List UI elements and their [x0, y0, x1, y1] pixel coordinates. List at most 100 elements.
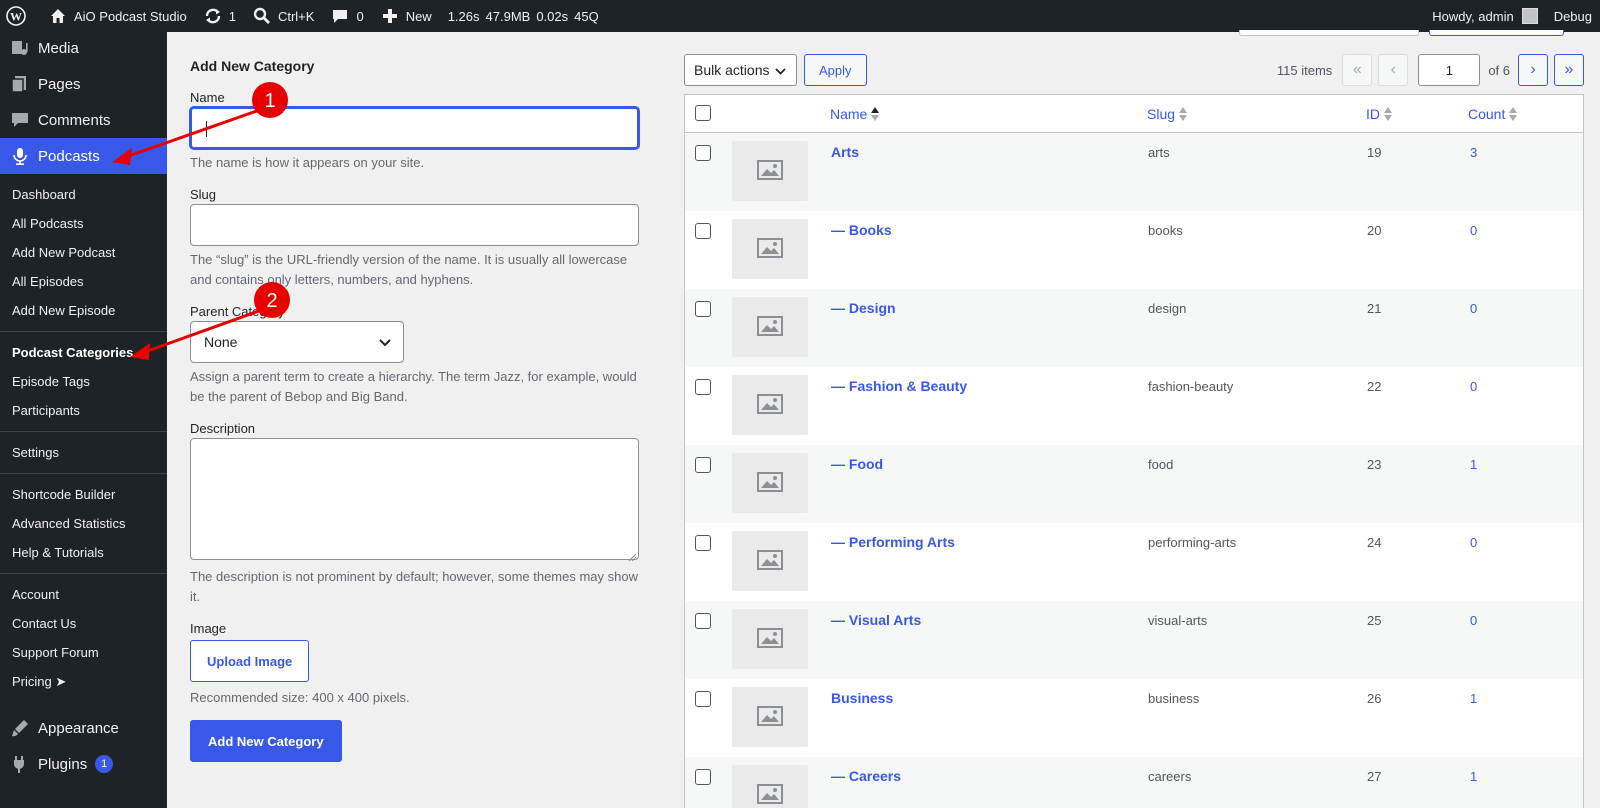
comments-link[interactable]: 0	[322, 0, 371, 32]
submenu-all-episodes[interactable]: All Episodes	[0, 267, 167, 296]
table-row: — Design design 21 0	[685, 289, 1583, 367]
microphone-icon	[10, 146, 30, 166]
image-placeholder-icon	[757, 159, 783, 183]
command-palette-link[interactable]: Ctrl+K	[244, 0, 322, 32]
description-label: Description	[190, 421, 256, 436]
category-name-link[interactable]: — Design	[831, 300, 896, 316]
menu-appearance-label: Appearance	[38, 719, 119, 737]
row-checkbox[interactable]	[695, 457, 711, 473]
first-page-button[interactable]: «	[1342, 54, 1373, 86]
column-slug-header[interactable]: Slug	[1147, 95, 1188, 133]
menu-appearance[interactable]: Appearance	[0, 710, 167, 746]
column-count-header[interactable]: Count	[1468, 95, 1518, 133]
row-checkbox[interactable]	[695, 769, 711, 785]
row-checkbox[interactable]	[695, 301, 711, 317]
category-slug: performing-arts	[1148, 535, 1237, 550]
category-count-link[interactable]: 1	[1470, 769, 1477, 784]
search-button-stub[interactable]	[1429, 30, 1564, 36]
category-count-link[interactable]: 0	[1470, 379, 1477, 394]
submenu-episode-tags[interactable]: Episode Tags	[0, 367, 167, 396]
category-count-link[interactable]: 0	[1470, 301, 1477, 316]
row-checkbox[interactable]	[695, 379, 711, 395]
column-id-header[interactable]: ID	[1366, 95, 1392, 133]
query-monitor-stats[interactable]: 1.26s 47.9MB 0.02s 45Q	[440, 9, 607, 24]
site-name-link[interactable]: AiO Podcast Studio	[40, 0, 195, 32]
description-textarea[interactable]	[190, 438, 639, 562]
sort-arrows-icon	[1384, 107, 1392, 121]
new-content-link[interactable]: New	[372, 0, 440, 32]
apply-button[interactable]: Apply	[804, 54, 867, 86]
category-name-link[interactable]: Business	[831, 690, 893, 706]
category-name-link[interactable]: — Books	[831, 222, 892, 238]
column-name-header[interactable]: Name	[830, 95, 880, 133]
upload-image-button[interactable]: Upload Image	[190, 640, 310, 682]
category-count-link[interactable]: 0	[1470, 613, 1477, 628]
current-page-input[interactable]: 1	[1418, 54, 1481, 86]
category-name-link[interactable]: — Fashion & Beauty	[831, 378, 967, 394]
debug-link[interactable]: Debug	[1546, 0, 1600, 32]
row-checkbox[interactable]	[695, 223, 711, 239]
menu-media-label: Media	[38, 39, 79, 57]
appearance-icon	[10, 718, 30, 738]
submenu-all-podcasts[interactable]: All Podcasts	[0, 209, 167, 238]
resize-handle-icon[interactable]	[628, 549, 637, 562]
menu-comments[interactable]: Comments	[0, 102, 167, 138]
updates-link[interactable]: 1	[195, 0, 244, 32]
total-pages: of 6	[1488, 62, 1510, 78]
name-input[interactable]	[190, 107, 639, 149]
submenu-add-new-podcast[interactable]: Add New Podcast	[0, 238, 167, 267]
last-page-button[interactable]: »	[1554, 54, 1584, 86]
chevron-down-icon	[379, 334, 391, 350]
category-name-link[interactable]: Arts	[831, 144, 859, 160]
category-count-link[interactable]: 0	[1470, 535, 1477, 550]
category-name-link[interactable]: — Food	[831, 456, 883, 472]
submenu-add-new-episode[interactable]: Add New Episode	[0, 296, 167, 325]
next-page-button[interactable]: ›	[1518, 54, 1548, 86]
bulk-actions-select[interactable]: Bulk actions	[684, 54, 797, 86]
menu-pages[interactable]: Pages	[0, 66, 167, 102]
category-slug: visual-arts	[1148, 613, 1208, 628]
category-id: 21	[1367, 301, 1382, 316]
category-id: 25	[1367, 613, 1382, 628]
table-row: — Books books 20 0	[685, 211, 1583, 289]
category-count-link[interactable]: 3	[1470, 145, 1477, 160]
wordpress-logo-button[interactable]: W	[0, 0, 40, 32]
menu-media[interactable]: Media	[0, 32, 167, 66]
category-name-link[interactable]: — Visual Arts	[831, 612, 921, 628]
submenu-support-forum[interactable]: Support Forum	[0, 638, 167, 667]
row-checkbox[interactable]	[695, 613, 711, 629]
category-name-link[interactable]: — Performing Arts	[831, 534, 955, 550]
category-thumbnail	[732, 219, 808, 279]
menu-plugins[interactable]: Plugins 1	[0, 746, 167, 782]
row-checkbox[interactable]	[695, 145, 711, 161]
slug-help: The “slug” is the URL-friendly version o…	[190, 252, 628, 287]
parent-category-select[interactable]: None	[190, 321, 404, 363]
slug-input[interactable]	[190, 204, 639, 246]
submenu-shortcode-builder[interactable]: Shortcode Builder	[0, 480, 167, 509]
submenu-pricing[interactable]: Pricing ➤	[0, 667, 167, 696]
submenu-separator	[0, 431, 167, 432]
category-name-link[interactable]: — Careers	[831, 768, 901, 784]
submenu-contact-us[interactable]: Contact Us	[0, 609, 167, 638]
submenu-help-tutorials[interactable]: Help & Tutorials	[0, 538, 167, 567]
menu-podcasts[interactable]: Podcasts	[0, 138, 167, 174]
prev-page-button[interactable]: ‹	[1378, 54, 1409, 86]
submenu-podcast-categories[interactable]: Podcast Categories	[0, 338, 167, 367]
add-new-category-button[interactable]: Add New Category	[190, 720, 342, 762]
account-menu[interactable]: Howdy, admin	[1424, 0, 1545, 32]
submenu-participants[interactable]: Participants	[0, 396, 167, 425]
perf-queries: 45Q	[574, 8, 599, 24]
category-count-link[interactable]: 1	[1470, 691, 1477, 706]
row-checkbox[interactable]	[695, 535, 711, 551]
select-all-checkbox[interactable]	[695, 105, 711, 121]
category-count-link[interactable]: 0	[1470, 223, 1477, 238]
submenu-dashboard[interactable]: Dashboard	[0, 180, 167, 209]
submenu-settings[interactable]: Settings	[0, 438, 167, 467]
category-count-link[interactable]: 1	[1470, 457, 1477, 472]
row-checkbox[interactable]	[695, 691, 711, 707]
submenu-account[interactable]: Account	[0, 580, 167, 609]
image-placeholder-icon	[757, 783, 783, 807]
search-box-stub[interactable]	[1239, 30, 1419, 36]
category-slug: books	[1148, 223, 1183, 238]
submenu-advanced-statistics[interactable]: Advanced Statistics	[0, 509, 167, 538]
